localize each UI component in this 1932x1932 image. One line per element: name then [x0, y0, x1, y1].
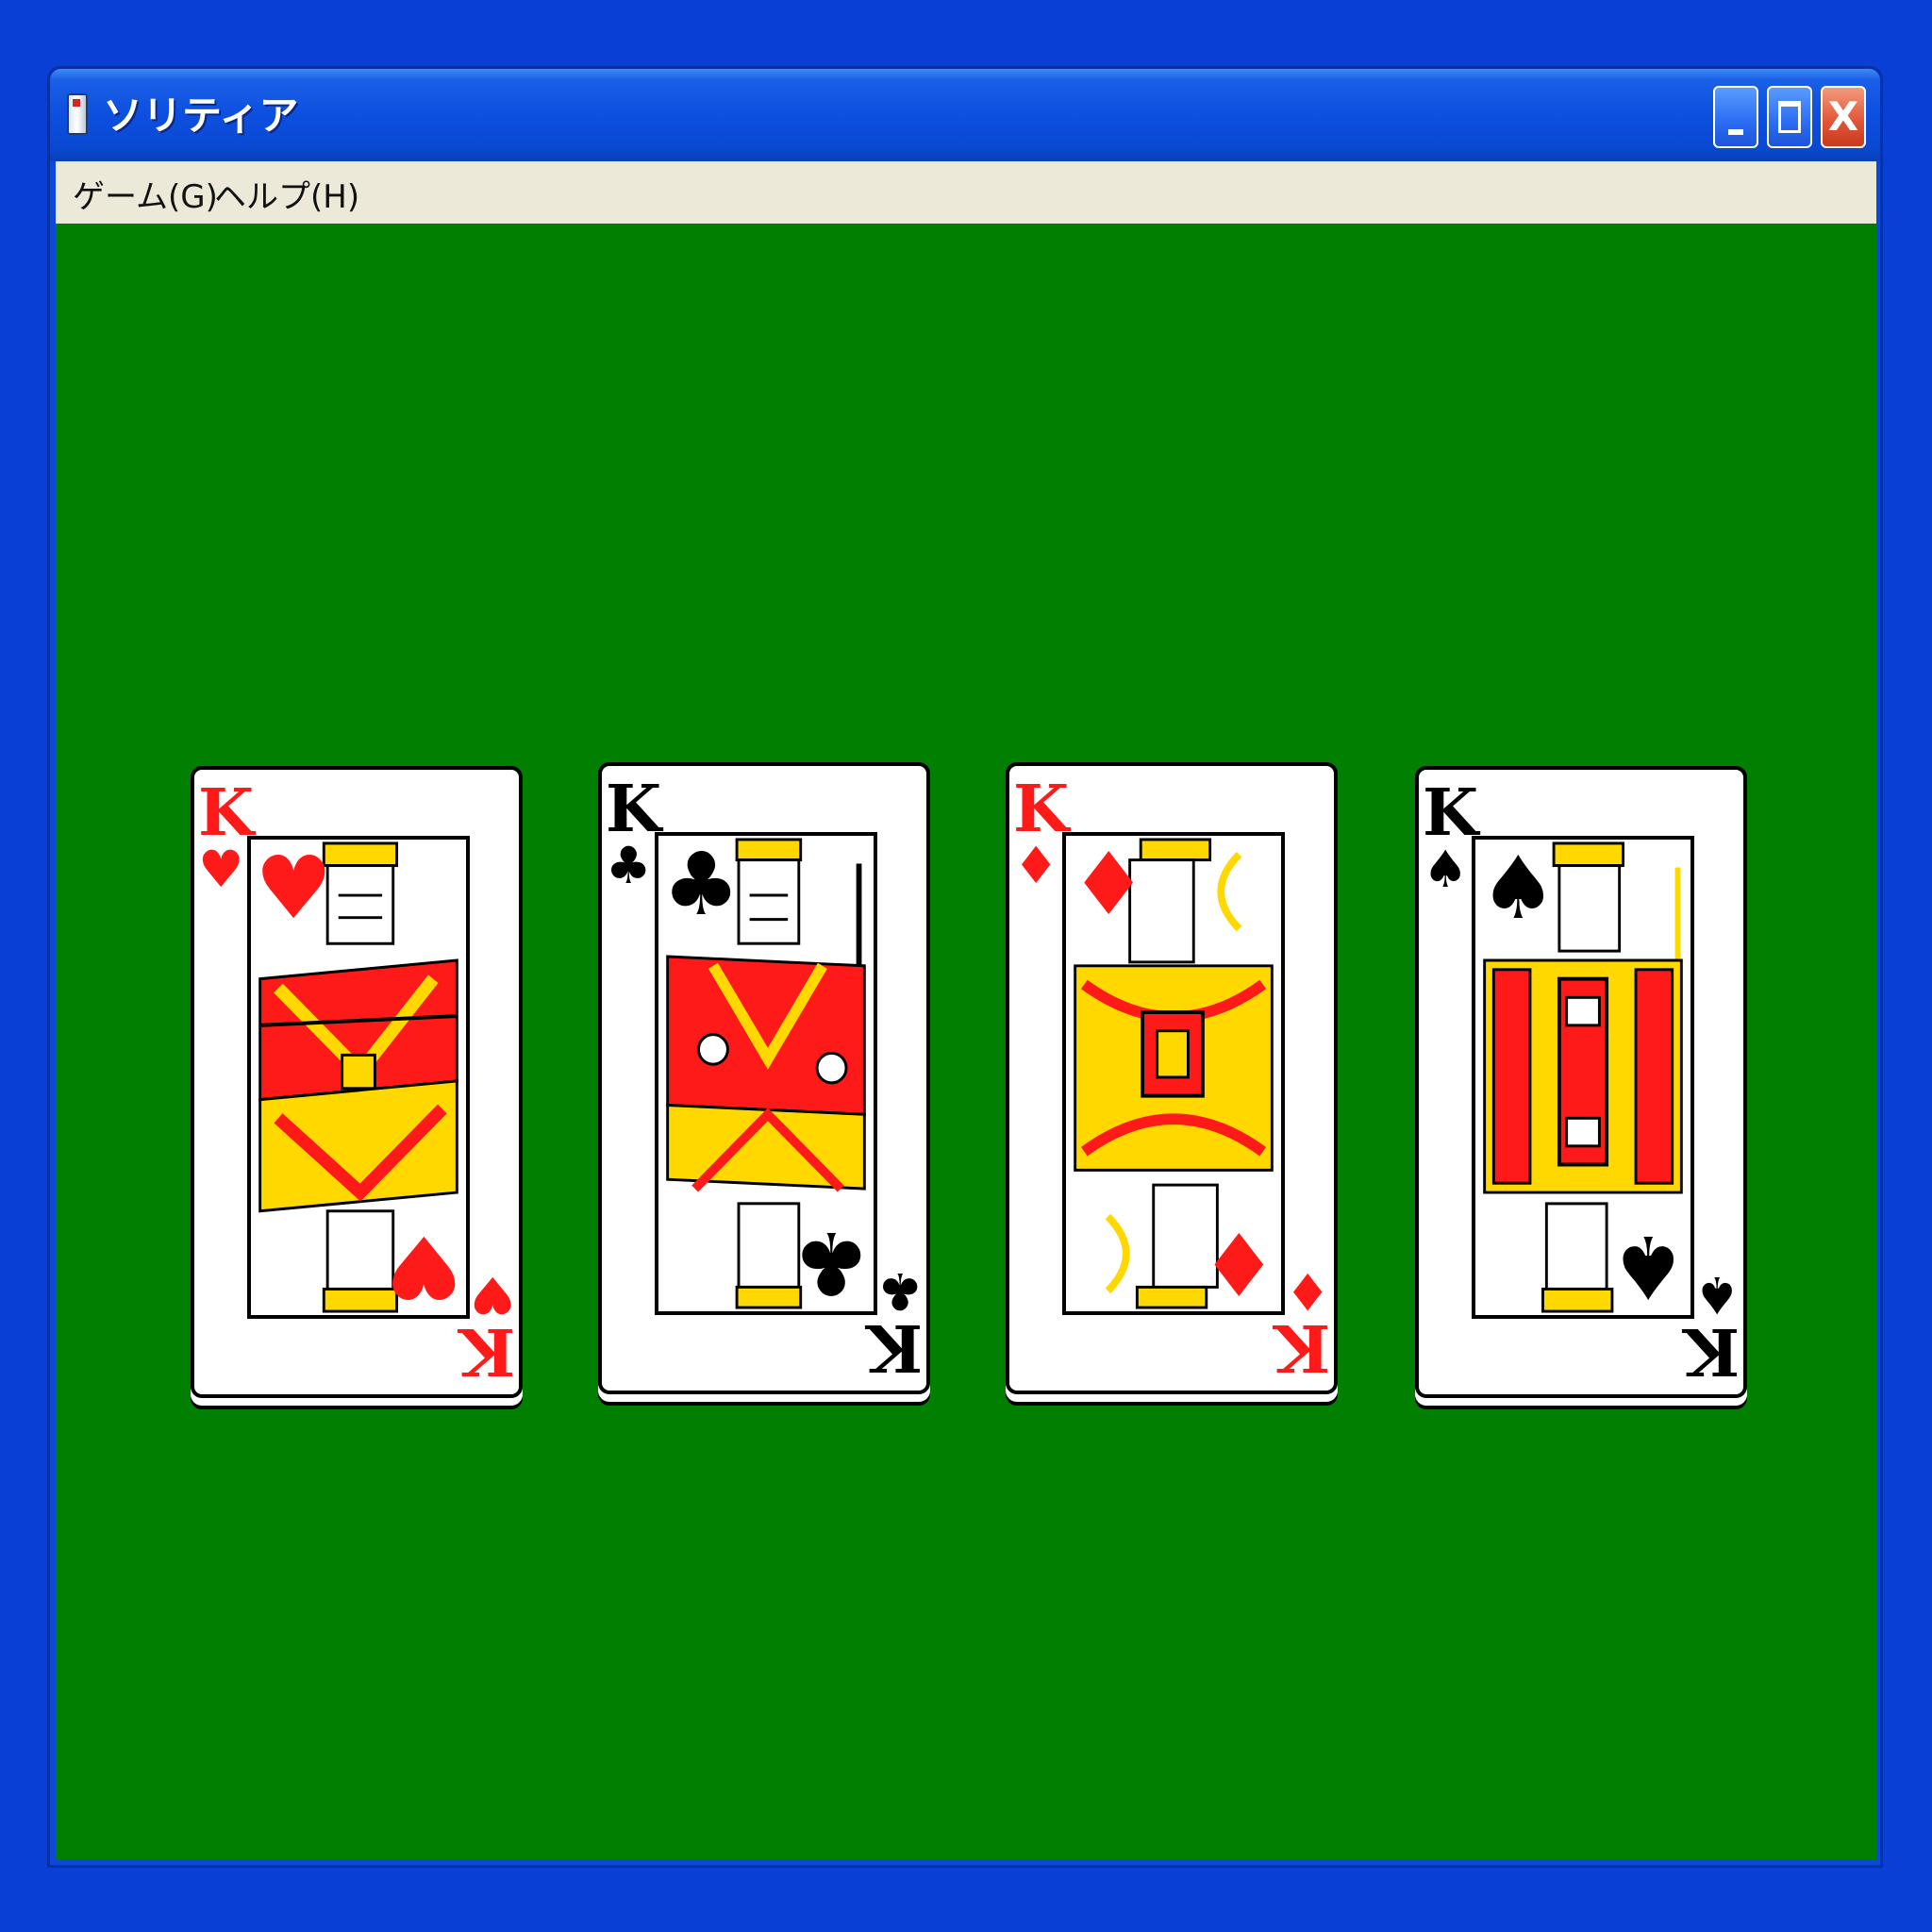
maximize-icon: [1778, 101, 1801, 133]
spade-icon: ♠: [1423, 840, 1469, 899]
card-rank-bottom: K: [866, 1309, 923, 1385]
spade-icon: ♠: [1479, 838, 1557, 939]
heart-icon: ♥: [384, 1216, 462, 1317]
card-king-of-clubs[interactable]: K ♣ ♣ ♣ ♣ K: [598, 762, 930, 1394]
card-rank-top: K: [1423, 775, 1479, 851]
heart-icon: ♥: [255, 838, 333, 939]
close-button[interactable]: X: [1821, 86, 1866, 148]
card-king-of-diamonds[interactable]: K ♦ ♦ ♦ ♦ K: [1006, 762, 1338, 1394]
club-icon: ♣: [606, 836, 652, 895]
title-bar[interactable]: ソリティア X: [50, 69, 1880, 161]
card-rank-top: K: [1013, 772, 1070, 847]
king-face-art: ♠ ♠: [1472, 836, 1694, 1319]
card-king-of-spades[interactable]: K ♠ ♠ ♠ ♠ K: [1415, 766, 1747, 1398]
menu-game[interactable]: ゲーム(G): [73, 171, 218, 217]
solitaire-window: ソリティア X ゲーム(G) ヘルプ(H) K ♥ ♥ ♥ ♥ K K ♣ ♣ …: [47, 66, 1883, 1868]
close-icon: X: [1827, 93, 1859, 140]
card-rank-top: K: [198, 775, 255, 851]
club-icon: ♣: [791, 1212, 870, 1313]
maximize-button[interactable]: [1767, 86, 1812, 148]
window-title: ソリティア: [103, 92, 299, 139]
card-king-of-hearts[interactable]: K ♥ ♥ ♥ ♥ K: [191, 766, 523, 1398]
card-rank-bottom: K: [1274, 1309, 1330, 1385]
diamond-icon: ♦: [1013, 836, 1059, 895]
menu-bar: ゲーム(G) ヘルプ(H): [56, 161, 1876, 224]
minimize-icon: [1728, 129, 1743, 135]
king-face-art: ♣ ♣: [655, 832, 877, 1315]
card-rank-top: K: [606, 772, 662, 847]
spade-icon: ♠: [1608, 1216, 1687, 1317]
card-rank-bottom: K: [458, 1313, 515, 1389]
diamond-icon: ♦: [1070, 834, 1148, 935]
club-icon: ♣: [662, 834, 741, 935]
game-table: K ♥ ♥ ♥ ♥ K K ♣ ♣ ♣ ♣ K K ♦ ♦ ♦ ♦ K K ♠ …: [56, 224, 1876, 1859]
menu-help[interactable]: ヘルプ(H): [214, 171, 359, 217]
king-face-art: ♥ ♥: [247, 836, 470, 1319]
heart-icon: ♥: [198, 840, 244, 899]
king-face-art: ♦ ♦: [1062, 832, 1285, 1315]
diamond-icon: ♦: [1199, 1212, 1277, 1313]
card-rank-bottom: K: [1683, 1313, 1740, 1389]
minimize-button[interactable]: [1713, 86, 1758, 148]
solitaire-app-icon[interactable]: [67, 93, 88, 135]
